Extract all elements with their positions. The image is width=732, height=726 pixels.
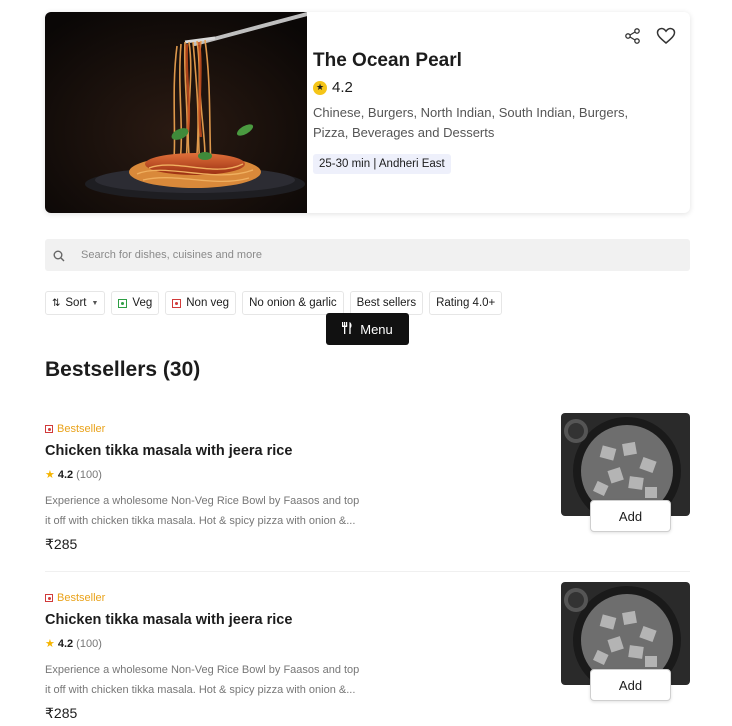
star-icon: ★ [45,469,55,481]
dish-description: Experience a wholesome Non-Veg Rice Bowl… [45,660,385,700]
nonveg-filter[interactable]: Non veg [165,291,237,315]
divider [45,571,690,572]
dish-rating-count: (100) [76,637,102,650]
cutlery-icon [342,321,353,337]
restaurant-name: The Ocean Pearl [313,50,462,71]
no-onion-label: No onion & garlic [249,297,337,309]
nonveg-label: Non veg [186,297,230,309]
dish-description-line: Experience a wholesome Non-Veg Rice Bowl… [45,495,360,507]
rating-value: 4.2 [332,79,353,96]
dish-name: Chicken tikka masala with jeera rice [45,612,293,628]
dish-rating: ★ 4.2 (100) [45,468,102,482]
menu-label: Menu [360,321,393,337]
rating-filter[interactable]: Rating 4.0+ [429,291,503,315]
veg-filter[interactable]: Veg [111,291,160,315]
dish-rating-value: 4.2 [57,468,74,481]
sort-label: Sort [65,297,87,309]
dish-description-line: it off with chicken tikka masala. Hot & … [45,515,356,527]
dish-description-line: Experience a wholesome Non-Veg Rice Bowl… [45,664,360,676]
rating-filter-label: Rating 4.0+ [436,297,496,309]
dish-rating-count: (100) [76,468,102,481]
dish-description-line: it off with chicken tikka masala. Hot & … [45,684,356,696]
veg-label: Veg [132,297,153,309]
location: | Andheri East [373,158,445,170]
section-title: Bestsellers (30) [45,358,201,381]
sort-button[interactable]: ⇅ Sort ▼ [45,291,106,315]
nonveg-icon [172,298,182,308]
star-icon: ★ [45,638,55,650]
restaurant-card: The Ocean Pearl ★ 4.2 Chinese, Burgers, … [45,12,690,213]
star-icon: ★ [313,80,327,95]
heart-icon[interactable] [656,27,676,45]
bestseller-label: Bestseller [57,592,106,604]
nonveg-icon [45,425,53,433]
best-sellers-label: Best sellers [356,297,417,309]
search-input[interactable] [79,248,663,262]
dish-rating-value: 4.2 [57,637,74,650]
dish-price: ₹285 [45,705,78,721]
search-bar[interactable] [45,239,690,271]
nonveg-icon [45,594,53,602]
menu-button[interactable]: Menu [326,313,409,345]
filter-bar: ⇅ Sort ▼ Veg Non veg No onion & garlic B… [45,291,503,315]
no-onion-garlic-filter[interactable]: No onion & garlic [242,291,344,315]
veg-icon [118,298,128,308]
restaurant-info: The Ocean Pearl ★ 4.2 Chinese, Burgers, … [313,12,690,213]
bestseller-tag: Bestseller [45,423,105,435]
dish-description: Experience a wholesome Non-Veg Rice Bowl… [45,491,385,531]
dish-rating: ★ 4.2 (100) [45,637,102,651]
bestseller-tag: Bestseller [45,592,105,604]
restaurant-rating: ★ 4.2 [313,79,353,96]
sort-icon: ⇅ [52,297,61,309]
add-button[interactable]: Add [590,669,671,701]
spaghetti-image [45,12,307,213]
dish-price: ₹285 [45,536,78,552]
delivery-info-chip: 25-30 min | Andheri East [313,154,451,174]
best-sellers-filter[interactable]: Best sellers [349,291,424,315]
delivery-time: 25-30 min [319,158,371,170]
cuisine-list: Chinese, Burgers, North Indian, South In… [313,105,629,140]
add-button[interactable]: Add [590,500,671,532]
search-icon [53,249,65,262]
bestseller-label: Bestseller [57,423,106,435]
share-icon[interactable] [624,27,642,45]
dish-name: Chicken tikka masala with jeera rice [45,443,293,459]
chevron-down-icon: ▼ [91,299,99,307]
